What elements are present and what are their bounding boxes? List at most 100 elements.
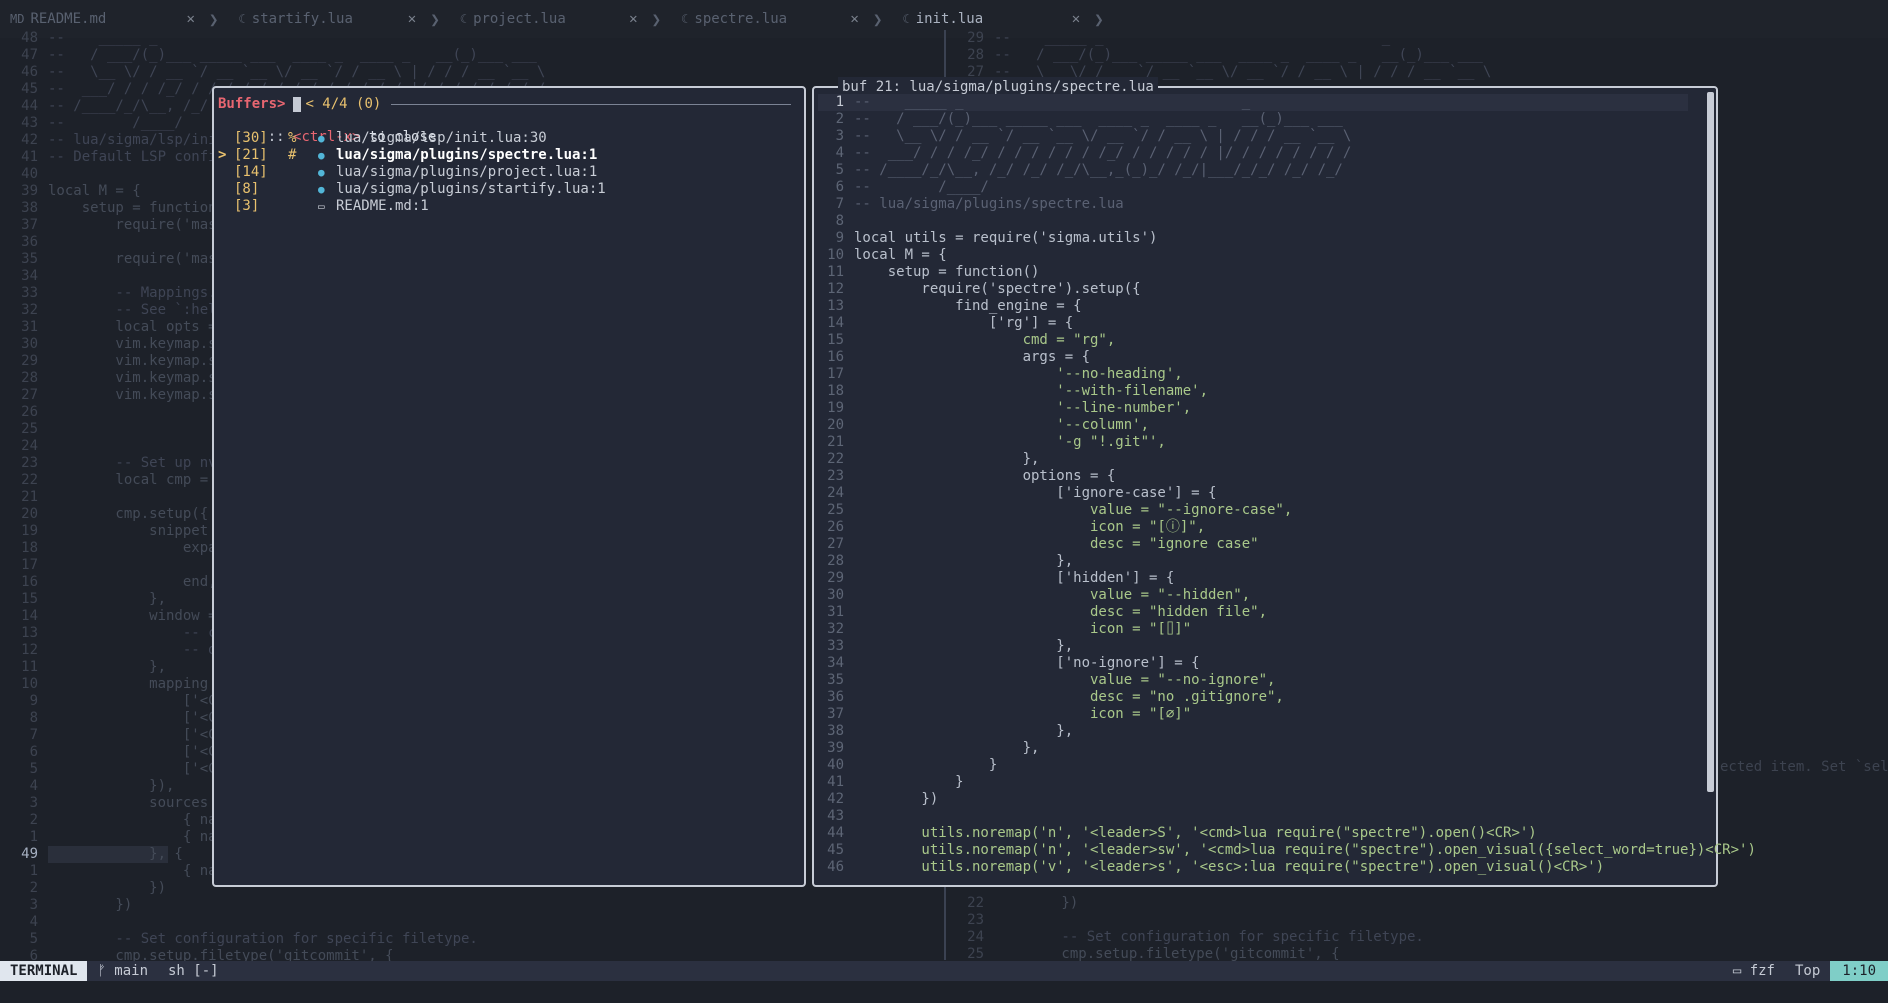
line-number: 21 (827, 434, 844, 450)
right-editor-pane-bottom[interactable]: 22 }) 23 24 -- Set configuration for speci… (946, 895, 1424, 963)
line-number: 23 (21, 455, 38, 471)
close-icon[interactable]: ✕ (629, 11, 637, 27)
lua-icon: ● (318, 183, 325, 196)
buffer-item[interactable]: [30]% ● lua/sigma/lsp/init.lua:30 (218, 130, 606, 147)
code-text: '--column', (854, 417, 1150, 433)
code-text: utils.noremap('v', '<leader>s', '<esc>:l… (854, 859, 1605, 875)
line-text: { na (48, 829, 217, 845)
code-text: -- _____ _ _ (854, 94, 1251, 110)
line-text: mapping (48, 676, 209, 692)
buffers-prompt[interactable]: Buffers> < 4/4 (0) (218, 94, 792, 114)
line-number: 15 (827, 332, 844, 348)
selection-marker: > (218, 147, 227, 163)
line-number: 9 (29, 693, 38, 709)
code-line: 10 local M = { (818, 247, 1756, 264)
prompt-separator (391, 103, 792, 105)
code-line: 13 find_engine = { (818, 298, 1756, 315)
preview-scrollbar[interactable] (1707, 92, 1714, 792)
chevron-right-icon: ❯ (430, 9, 440, 29)
line-number: 45 (21, 81, 38, 97)
code-text: icon = "[⌀]" (854, 706, 1192, 722)
buffers-picker-window[interactable]: Buffers> < 4/4 (0) :: <ctrl-x> to close … (212, 86, 806, 887)
close-icon[interactable]: ✕ (408, 11, 416, 27)
line-text: window = (48, 608, 217, 624)
line-text: -- d (48, 642, 217, 658)
line-number: 19 (21, 523, 38, 539)
code-text: local M = { (854, 247, 947, 263)
line-text: ['<C (48, 727, 217, 743)
line-text: { na (48, 863, 217, 879)
selection-marker (218, 181, 234, 198)
line-text: }, (48, 591, 167, 607)
code-line: 24 ['ignore-case'] = { (818, 485, 1756, 502)
right-editor-pane-top[interactable]: 29 -- _____ _ _ 28 -- / ___/(_)___ _____ __… (946, 30, 1491, 81)
line-number: 6 (835, 179, 844, 195)
code-text: utils.noremap('n', '<leader>S', '<cmd>lu… (854, 825, 1537, 841)
buffer-item[interactable]: [3] ▭ README.md:1 (218, 198, 606, 215)
prompt-label: Buffers> (218, 96, 286, 112)
line-text: ['<C (48, 710, 217, 726)
line-number: 29 (967, 30, 984, 46)
code-line: 5 -- /____/_/\__, /_/ /_/ /_/\__,_(_)_/ /… (818, 162, 1756, 179)
editor-line: 28 -- / ___/(_)___ _____ ___ ____ _ ____ … (946, 47, 1491, 64)
close-icon[interactable]: ✕ (850, 11, 858, 27)
line-text: -- See `:hel (48, 302, 217, 318)
buffer-item[interactable]: > [21] # ● lua/sigma/plugins/spectre.lua:1 (218, 147, 606, 164)
line-number: 4 (29, 778, 38, 794)
mode-indicator: TERMINAL (0, 961, 88, 981)
code-line: 28 }, (818, 553, 1756, 570)
line-number: 11 (827, 264, 844, 280)
line-number: 2 (29, 812, 38, 828)
line-number: 41 (827, 774, 844, 790)
tab-label: startify.lua (251, 11, 353, 27)
line-text: ['<C (48, 761, 217, 777)
buffer-name: lua/sigma/plugins/startify.lua:1 (336, 181, 606, 197)
line-number: 12 (21, 642, 38, 658)
code-text: local utils = require('sigma.utils') (854, 230, 1158, 246)
tab-label: project.lua (473, 11, 566, 27)
code-text: -- \__ \/ / __ `/ __ `__ \/ __ `/ / __ \… (854, 128, 1352, 144)
line-number: 38 (827, 723, 844, 739)
code-text: desc = "hidden file", (854, 604, 1268, 620)
line-number: 32 (827, 621, 844, 637)
code-line: 9 local utils = require('sigma.utils') (818, 230, 1756, 247)
line-number: 10 (21, 676, 38, 692)
command-line[interactable] (0, 981, 1888, 1003)
line-text: }), (48, 778, 175, 794)
line-text: snippet (48, 523, 209, 539)
line-number: 1 (29, 863, 38, 879)
close-icon[interactable]: ✕ (1072, 11, 1080, 27)
selection-marker (218, 164, 234, 181)
code-line: 37 icon = "[⌀]" (818, 706, 1756, 723)
preview-window[interactable]: buf 21: lua/sigma/plugins/spectre.lua 1-… (812, 77, 1756, 887)
line-number: 28 (967, 47, 984, 63)
lua-icon: ● (318, 132, 325, 145)
line-number: 29 (827, 570, 844, 586)
editor-line: 23 (946, 912, 1424, 929)
code-text: ['ignore-case'] = { (854, 485, 1217, 501)
code-line: 33 }, (818, 638, 1756, 655)
filetype-indicator: ▭ fzf (1723, 963, 1785, 979)
code-text: } (854, 757, 998, 773)
buffer-flag (288, 198, 318, 215)
code-line: 8 (818, 213, 1756, 230)
line-number: 45 (827, 842, 844, 858)
line-number: 7 (835, 196, 844, 212)
code-line: 46 utils.noremap('v', '<leader>s', '<esc… (818, 859, 1756, 876)
code-line: 20 '--column', (818, 417, 1756, 434)
scroll-position: Top (1794, 963, 1821, 979)
line-number: 22 (967, 895, 984, 911)
code-text: setup = function() (854, 264, 1040, 280)
code-text: icon = "[⌷]" (854, 621, 1192, 637)
line-number: 27 (21, 387, 38, 403)
code-text: -- lua/sigma/plugins/spectre.lua (854, 196, 1124, 212)
tab-label: spectre.lua (694, 11, 788, 27)
code-text: require('spectre').setup({ (854, 281, 1141, 297)
buffer-name: lua/sigma/plugins/spectre.lua:1 (336, 147, 598, 163)
buffer-item[interactable]: [8] ● lua/sigma/plugins/startify.lua:1 (218, 181, 606, 198)
code-line: 7 -- lua/sigma/plugins/spectre.lua (818, 196, 1756, 213)
buffer-item[interactable]: [14] ● lua/sigma/plugins/project.lua:1 (218, 164, 606, 181)
close-icon[interactable]: ✕ (186, 11, 194, 27)
line-number: 3 (29, 897, 38, 913)
git-branch-icon: ᚠ (97, 963, 115, 979)
